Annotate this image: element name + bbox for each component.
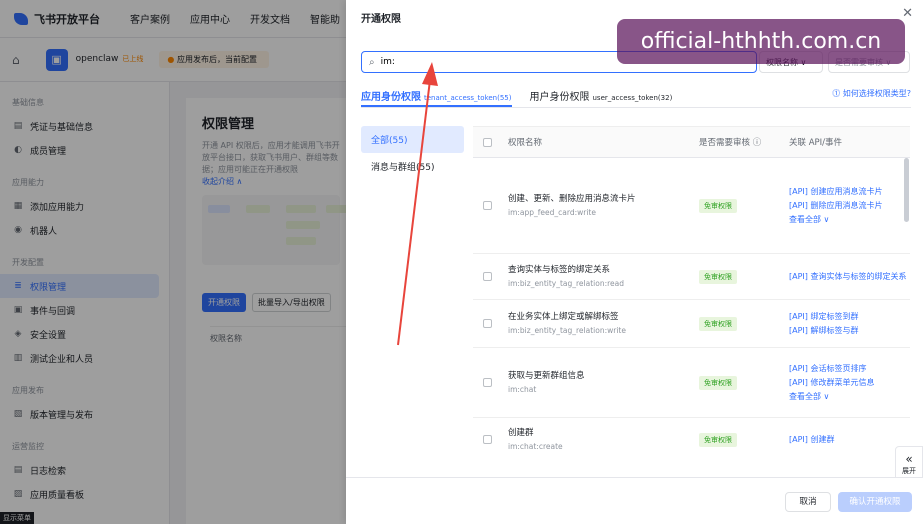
- choose-permission-type-help[interactable]: ⓵ 如何选择权限类型?: [832, 88, 911, 99]
- category-item[interactable]: 消息与群组(55): [361, 153, 464, 180]
- table-body: 创建、更新、删除应用消息流卡片 im:app_feed_card:write 免审权…: [473, 158, 910, 461]
- view-all-link[interactable]: 查看全部 ∨: [789, 214, 910, 226]
- permission-table: 权限名称 是否需要审核 ⓘ 关联 API/事件 创建、更新、删除应用消息流卡片 i…: [473, 126, 910, 461]
- audit-badge: 免审权限: [699, 375, 737, 390]
- audit-badge: 免审权限: [699, 316, 737, 331]
- tab-token: tenant_access_token(55): [424, 94, 512, 102]
- permission-name: 创建群: [508, 427, 534, 438]
- row-checkbox[interactable]: [483, 272, 492, 281]
- category-list: 全部(55) 消息与群组(55): [361, 126, 464, 180]
- table-row: 在业务实体上绑定或解绑标签 im:biz_entity_tag_relation:…: [473, 300, 910, 348]
- confirm-open-permission-button[interactable]: 确认开通权限: [838, 492, 912, 512]
- column-header-name: 权限名称: [508, 138, 543, 148]
- permission-code: im:chat:create: [508, 441, 563, 451]
- column-header-api: 关联 API/事件: [789, 138, 843, 148]
- permission-name: 在业务实体上绑定或解绑标签: [508, 311, 619, 322]
- api-link[interactable]: [API] 解绑标签与群: [789, 325, 910, 337]
- api-link[interactable]: [API] 修改群菜单元信息: [789, 377, 910, 389]
- api-link[interactable]: [API] 绑定标签到群: [789, 311, 910, 323]
- audit-badge: 免审权限: [699, 269, 737, 284]
- expand-label: 展开: [902, 467, 916, 475]
- identity-tabs: 应用身份权限 tenant_access_token(55) 用户身份权限 user_…: [361, 84, 911, 108]
- api-link[interactable]: [API] 创建群: [789, 434, 910, 446]
- permission-code: im:biz_entity_tag_relation:read: [508, 278, 625, 288]
- tab-label: 用户身份权限: [529, 92, 590, 103]
- column-header-audit: 是否需要审核 ⓘ: [699, 138, 762, 148]
- permission-code: im:chat: [508, 384, 537, 394]
- row-checkbox[interactable]: [483, 319, 492, 328]
- row-checkbox[interactable]: [483, 201, 492, 210]
- audit-badge: 免审权限: [699, 198, 737, 213]
- audit-badge: 免审权限: [699, 432, 737, 447]
- drawer-footer: 取消 确认开通权限: [346, 477, 923, 524]
- api-link[interactable]: [API] 删除应用消息流卡片: [789, 200, 910, 212]
- modal-overlay[interactable]: [0, 0, 346, 524]
- scrollbar[interactable]: [904, 158, 909, 222]
- permission-name: 创建、更新、删除应用消息流卡片: [508, 193, 636, 204]
- table-row: 查询实体与标签的绑定关系 im:biz_entity_tag_relation:r…: [473, 254, 910, 300]
- row-checkbox[interactable]: [483, 435, 492, 444]
- table-row: 获取与更新群组信息 im:chat 免审权限 [API] 会话标签页排序 [API] 修…: [473, 348, 910, 418]
- api-link[interactable]: [API] 查询实体与标签的绑定关系: [789, 271, 910, 283]
- api-link[interactable]: [API] 会话标签页排序: [789, 363, 910, 375]
- tab-identity[interactable]: 应用身份权限 tenant_access_token(55): [361, 84, 512, 107]
- table-header: 权限名称 是否需要审核 ⓘ 关联 API/事件: [473, 127, 910, 158]
- search-icon: ⌕: [369, 56, 375, 68]
- api-link[interactable]: [API] 创建应用消息流卡片: [789, 186, 910, 198]
- select-all-checkbox[interactable]: [483, 137, 492, 147]
- watermark: official-hthhth.com.cn: [617, 19, 905, 64]
- view-all-link[interactable]: 查看全部 ∨: [789, 391, 910, 403]
- permission-code: im:app_feed_card:write: [508, 207, 596, 217]
- permission-name: 查询实体与标签的绑定关系: [508, 264, 611, 275]
- permission-name: 获取与更新群组信息: [508, 370, 585, 381]
- category-item[interactable]: 全部(55): [361, 126, 464, 153]
- cancel-button[interactable]: 取消: [785, 492, 831, 512]
- double-chevron-left-icon: «: [905, 452, 913, 466]
- close-icon[interactable]: ✕: [902, 6, 913, 21]
- drawer-title: 开通权限: [361, 14, 401, 25]
- table-row: 创建、更新、删除应用消息流卡片 im:app_feed_card:write 免审权…: [473, 158, 910, 254]
- row-checkbox[interactable]: [483, 378, 492, 387]
- tab-identity[interactable]: 用户身份权限 user_access_token(32): [530, 84, 673, 107]
- tab-token: user_access_token(32): [592, 94, 673, 102]
- table-row: 创建群 im:chat:create 免审权限 [API] 创建群: [473, 418, 910, 461]
- open-permission-drawer: 开通权限 ✕ ⌕ 权限名称 ∨ 是否需要审核 ∨ 应用身份权限tenant_ac…: [346, 0, 923, 524]
- permission-code: im:biz_entity_tag_relation:write: [508, 325, 626, 335]
- tab-label: 应用身份权限: [361, 92, 421, 103]
